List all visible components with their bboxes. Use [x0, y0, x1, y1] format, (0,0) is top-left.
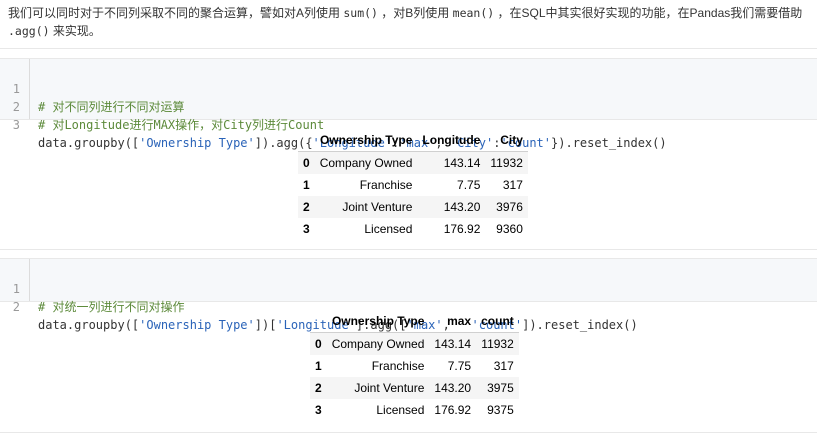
code-token: ])[	[254, 318, 277, 332]
table-cell: 7.75	[447, 359, 472, 373]
table-cell: Joint Venture	[342, 200, 413, 214]
code-token: }).reset_index()	[551, 136, 667, 150]
code-line: 1 # 对统一列进行不同对操作	[0, 262, 817, 314]
table-cell: 176.92	[434, 403, 472, 417]
column-header: Longitude	[417, 129, 486, 152]
row-index: 3	[303, 222, 310, 236]
column-header: Ownership Type	[326, 310, 430, 333]
row-index: 1	[315, 359, 322, 373]
column-header	[298, 129, 315, 152]
table-cell: 143.20	[434, 381, 472, 395]
code-line: 1 # 对不同列进行不同对运算	[0, 62, 817, 114]
intro-text-3: ，在SQL中其实很好实现的功能，在Pandas我们需要借助	[494, 6, 803, 20]
column-header	[310, 310, 327, 333]
table-row: 3 Licensed 176.92 9360	[298, 218, 528, 240]
intro-text-4: 来实现。	[49, 24, 101, 38]
column-header: Ownership Type	[314, 129, 418, 152]
code-cell-2[interactable]: 1 # 对统一列进行不同对操作 2 data.groupby(['Ownersh…	[0, 258, 817, 332]
table-cell: Franchise	[359, 178, 413, 192]
table-cell: Company Owned	[319, 156, 413, 170]
table-cell: 317	[502, 178, 523, 192]
code-cell-1[interactable]: 1 # 对不同列进行不同对运算 2 # 对Longitude进行MAX操作，对C…	[0, 58, 817, 150]
table-cell: 176.92	[443, 222, 481, 236]
column-header: count	[476, 310, 519, 333]
code-line: 2 data.groupby(['Ownership Type'])['Long…	[0, 280, 817, 332]
divider	[0, 432, 817, 433]
table-cell: 11932	[481, 337, 514, 351]
code-comment: # 对统一列进行不同对操作	[38, 300, 185, 314]
inline-code-agg: .agg()	[8, 24, 50, 38]
intro-text-1: 我们可以同时对于不同列采取不同的聚合运算，譬如对A列使用	[8, 6, 344, 20]
table-row: 0 Company Owned 143.14 11932	[310, 332, 519, 355]
table-cell: Licensed	[376, 403, 425, 417]
table-cell: 143.14	[434, 337, 472, 351]
table-cell: 143.20	[443, 200, 481, 214]
code-line: 2 # 对Longitude进行MAX操作，对City列进行Count	[0, 80, 817, 132]
intro-text-2: ，对B列使用	[377, 6, 453, 20]
code-token: ]).reset_index()	[522, 318, 638, 332]
line-number: 2	[12, 300, 20, 314]
table-cell: 3975	[487, 381, 514, 395]
table-cell: Company Owned	[331, 337, 425, 351]
inline-code-mean: mean()	[452, 6, 495, 20]
table-cell: Franchise	[371, 359, 425, 373]
code-string: 'Ownership Type'	[139, 136, 255, 150]
table-cell: Licensed	[364, 222, 413, 236]
table-row: 1 Franchise 7.75 317	[310, 355, 519, 377]
table-cell: 3976	[496, 200, 523, 214]
table-cell: 7.75	[457, 178, 481, 192]
code-string: 'Ownership Type'	[139, 318, 255, 332]
code-token: data.groupby([	[38, 318, 140, 332]
row-index: 0	[303, 156, 310, 170]
divider	[0, 249, 817, 250]
divider	[0, 48, 817, 49]
code-comment: # 对Longitude进行MAX操作，对City列进行Count	[38, 118, 325, 132]
code-token: data.groupby([	[38, 136, 140, 150]
table-cell: Joint Venture	[354, 381, 425, 395]
row-index: 3	[315, 403, 322, 417]
table-cell: 143.14	[443, 156, 481, 170]
table-row: 2 Joint Venture 143.20 3976	[298, 196, 528, 218]
code-line: 3 data.groupby(['Ownership Type']).agg({…	[0, 98, 817, 150]
table-cell: 11932	[490, 156, 523, 170]
dataframe-table-2: Ownership Type max count 0 Company Owned…	[310, 310, 519, 421]
table-row: 0 Company Owned 143.14 11932	[298, 151, 528, 174]
row-index: 2	[303, 200, 310, 214]
column-header: max	[429, 310, 477, 333]
column-header: City	[485, 129, 528, 152]
table-header-row: Ownership Type Longitude City	[298, 129, 528, 152]
line-number: 3	[12, 118, 20, 132]
intro-paragraph: 我们可以同时对于不同列采取不同的聚合运算，譬如对A列使用 sum() ，对B列使…	[8, 4, 808, 40]
table-row: 3 Licensed 176.92 9375	[310, 399, 519, 421]
row-index: 1	[303, 178, 310, 192]
table-cell: 9375	[487, 403, 514, 417]
table-header-row: Ownership Type max count	[310, 310, 519, 333]
table-cell: 9360	[496, 222, 523, 236]
inline-code-sum: sum()	[343, 6, 378, 20]
table-row: 2 Joint Venture 143.20 3975	[310, 377, 519, 399]
dataframe-table-1: Ownership Type Longitude City 0 Company …	[298, 129, 528, 240]
row-index: 0	[315, 337, 322, 351]
row-index: 2	[315, 381, 322, 395]
table-cell: 317	[493, 359, 514, 373]
table-row: 1 Franchise 7.75 317	[298, 174, 528, 196]
